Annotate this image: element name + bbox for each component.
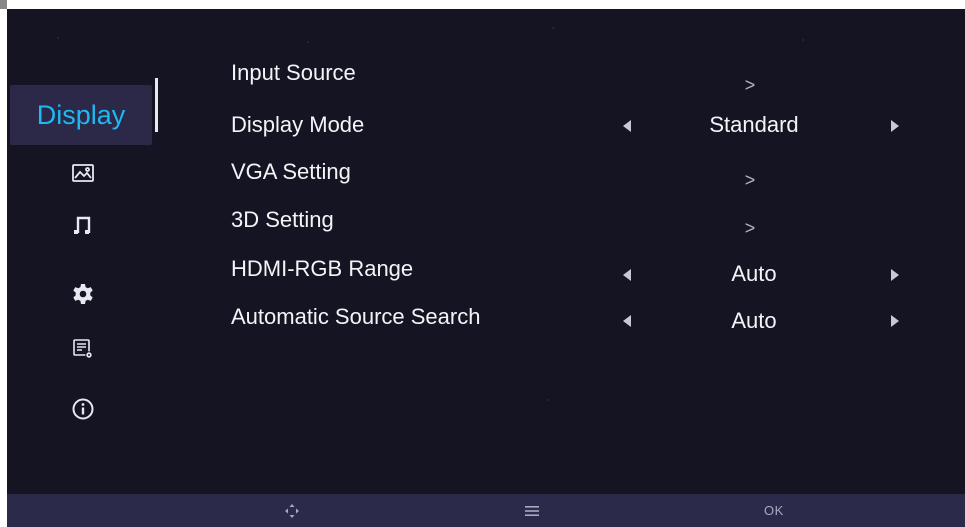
decor-dot bbox=[547, 399, 549, 401]
decor-dot bbox=[552, 27, 554, 29]
menu-item-vga-setting[interactable]: VGA Setting bbox=[231, 157, 351, 187]
bottom-hint-bar: OK bbox=[7, 494, 965, 527]
automatic-source-search-value: Auto bbox=[731, 308, 777, 333]
move-icon bbox=[285, 494, 299, 527]
arrow-right-icon[interactable] bbox=[891, 269, 899, 281]
chevron-right-icon[interactable]: > bbox=[740, 213, 760, 243]
music-note-icon[interactable] bbox=[71, 214, 95, 238]
menu-item-automatic-source-search[interactable]: Automatic Source Search bbox=[231, 302, 480, 332]
ok-label: OK bbox=[764, 503, 784, 518]
decor-dot bbox=[307, 41, 309, 43]
arrow-left-icon[interactable] bbox=[623, 120, 631, 132]
active-category-indicator bbox=[155, 78, 158, 132]
osd-menu-panel: Display Input Source > Display Mode Stan… bbox=[7, 9, 965, 527]
hdmi-rgb-range-value: Auto bbox=[731, 261, 777, 286]
settings-list-icon[interactable] bbox=[71, 337, 95, 361]
category-display[interactable]: Display bbox=[10, 85, 152, 145]
display-mode-value: Standard bbox=[709, 112, 799, 137]
category-display-label: Display bbox=[36, 99, 126, 130]
arrow-left-icon[interactable] bbox=[623, 269, 631, 281]
menu-item-3d-setting[interactable]: 3D Setting bbox=[231, 205, 334, 235]
ok-hint: OK bbox=[764, 494, 784, 527]
menu-item-input-source[interactable]: Input Source bbox=[231, 58, 356, 88]
gear-icon[interactable] bbox=[71, 282, 95, 306]
chevron-right-icon[interactable]: > bbox=[740, 70, 760, 100]
decor-dot bbox=[802, 39, 804, 41]
window-corner-mark bbox=[0, 0, 7, 9]
arrow-right-icon[interactable] bbox=[891, 120, 899, 132]
menu-item-display-mode[interactable]: Display Mode bbox=[231, 110, 364, 140]
arrow-left-icon[interactable] bbox=[623, 315, 631, 327]
arrow-right-icon[interactable] bbox=[891, 315, 899, 327]
picture-icon[interactable] bbox=[71, 161, 95, 185]
decor-dot bbox=[57, 37, 59, 39]
info-icon[interactable] bbox=[71, 397, 95, 421]
menu-icon bbox=[525, 494, 539, 527]
chevron-right-icon[interactable]: > bbox=[740, 165, 760, 195]
menu-item-hdmi-rgb-range[interactable]: HDMI-RGB Range bbox=[231, 254, 413, 284]
